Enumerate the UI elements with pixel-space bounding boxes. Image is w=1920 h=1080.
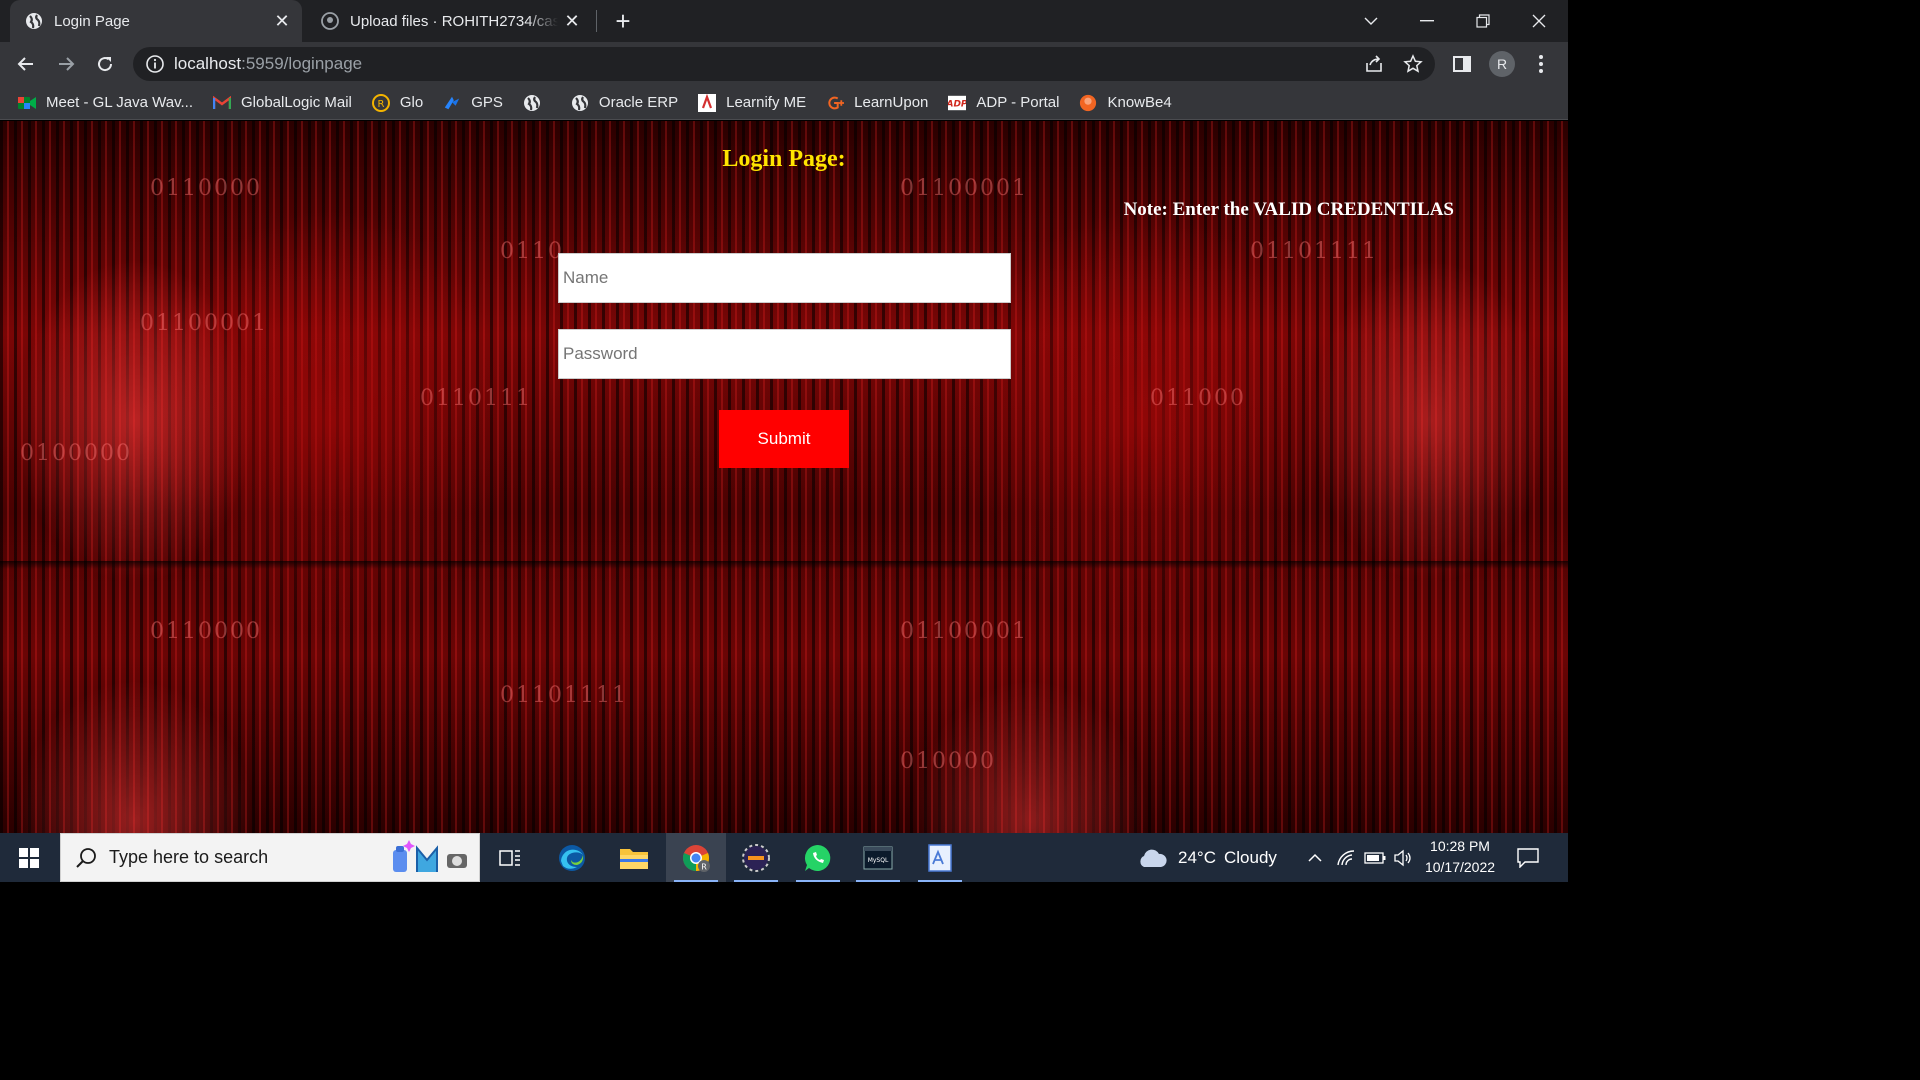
- tab-search-chevron-icon[interactable]: [1343, 0, 1399, 42]
- learnify-icon: [698, 93, 717, 112]
- background-binary-text: 0110000: [150, 619, 262, 644]
- notification-center-icon[interactable]: [1514, 833, 1542, 882]
- globe-icon: [25, 12, 43, 30]
- windows-start-icon[interactable]: [0, 833, 58, 882]
- profile-avatar[interactable]: R: [1489, 51, 1515, 77]
- browser-tab-strip: Login Page ✕ Upload files · ROHITH2734/c…: [0, 0, 1568, 42]
- restore-icon[interactable]: [1455, 0, 1511, 42]
- bookmark-learnupon[interactable]: LearnUpon: [826, 94, 928, 112]
- search-highlight-illustration-icon: [389, 840, 471, 876]
- battery-icon[interactable]: [1361, 833, 1389, 882]
- bookmark-oracle-erp[interactable]: Oracle ERP: [571, 94, 678, 112]
- tab-close-icon[interactable]: ✕: [268, 7, 296, 35]
- glo-icon: R: [371, 93, 390, 112]
- adp-icon: ADP: [948, 94, 967, 112]
- tab-separator: [596, 10, 597, 32]
- github-icon: [321, 12, 339, 30]
- search-placeholder: Type here to search: [109, 847, 269, 867]
- wifi-icon[interactable]: [1332, 833, 1360, 882]
- globe-icon: [523, 94, 541, 112]
- google-meet-icon: [18, 94, 36, 112]
- window-close-icon[interactable]: [1511, 0, 1567, 42]
- credentials-note: Note: Enter the VALID CREDENTILAS: [1123, 199, 1454, 220]
- bookmark-gps[interactable]: GPS: [443, 94, 503, 112]
- cloud-icon: [1136, 848, 1168, 868]
- site-info-icon[interactable]: [145, 54, 165, 74]
- bookmark-glo[interactable]: R Glo: [371, 93, 423, 112]
- svg-text:R: R: [701, 862, 707, 871]
- login-page-background: 0110000 01100001 0110 01101111 01100001 …: [0, 121, 1568, 833]
- background-binary-text: 0110111: [420, 386, 532, 411]
- volume-icon[interactable]: [1389, 833, 1417, 882]
- share-icon[interactable]: [1359, 49, 1389, 79]
- background-binary-text: 010000: [900, 749, 996, 774]
- page-title: Login Page:: [722, 146, 846, 172]
- background-binary-text: 01100001: [140, 311, 268, 336]
- task-view-icon[interactable]: [480, 833, 540, 882]
- name-input[interactable]: [558, 253, 1011, 303]
- windows-taskbar: Type here to search R MySQL 24°C Cloudy: [0, 833, 1568, 882]
- background-binary-text: 0100000: [20, 441, 132, 466]
- svg-text:R: R: [377, 99, 384, 110]
- address-bar[interactable]: localhost:5959/loginpage: [133, 47, 1435, 81]
- password-input[interactable]: [558, 329, 1011, 379]
- tab-close-icon[interactable]: ✕: [558, 7, 586, 35]
- back-arrow-icon[interactable]: [10, 48, 42, 80]
- taskbar-search-box[interactable]: Type here to search: [60, 833, 480, 882]
- reload-icon[interactable]: [89, 48, 121, 80]
- learnupon-icon: [826, 94, 845, 112]
- tab-login-page[interactable]: Login Page ✕: [10, 0, 302, 42]
- svg-text:MySQL: MySQL: [868, 857, 889, 864]
- knowbe4-icon: [1079, 94, 1097, 112]
- submit-button[interactable]: Submit: [719, 410, 849, 468]
- bookmark-adp-portal[interactable]: ADP ADP - Portal: [948, 94, 1059, 112]
- background-binary-text: 011000: [1150, 386, 1246, 411]
- edge-browser-icon[interactable]: [542, 833, 602, 882]
- chrome-browser-icon[interactable]: R: [666, 833, 726, 882]
- svg-text:ADP: ADP: [948, 99, 966, 109]
- whatsapp-icon[interactable]: [788, 833, 848, 882]
- tab-title: Login Page: [54, 12, 130, 30]
- search-icon: [75, 847, 97, 869]
- background-binary-text: 0110000: [150, 176, 262, 201]
- background-binary-text: 0110: [500, 239, 564, 264]
- tab-upload-files[interactable]: Upload files · ROHITH2734/caseStudy ✕: [306, 0, 592, 42]
- gps-icon: [443, 94, 461, 112]
- document-viewer-icon[interactable]: [910, 833, 970, 882]
- background-binary-text: 01100001: [900, 619, 1028, 644]
- forward-arrow-icon[interactable]: [50, 48, 82, 80]
- bookmark-star-icon[interactable]: [1398, 49, 1428, 79]
- browser-toolbar: localhost:5959/loginpage R: [0, 42, 1568, 86]
- side-panel-icon[interactable]: [1447, 49, 1477, 79]
- background-binary-text: 01101111: [1250, 239, 1378, 264]
- background-binary-text: 01101111: [500, 683, 628, 708]
- bookmark-globallogic-mail[interactable]: GlobalLogic Mail: [212, 94, 352, 112]
- bookmark-learnify[interactable]: Learnify ME: [698, 93, 806, 112]
- globe-icon: [571, 94, 589, 112]
- address-url: localhost:5959/loginpage: [174, 54, 363, 73]
- weather-widget[interactable]: 24°C Cloudy: [1136, 833, 1277, 882]
- mysql-workbench-icon[interactable]: MySQL: [848, 833, 908, 882]
- bookmark-meet[interactable]: Meet - GL Java Wav...: [18, 94, 193, 112]
- bookmark-knowbe4[interactable]: KnowBe4: [1079, 94, 1172, 112]
- system-clock[interactable]: 10:28 PM 10/17/2022: [1418, 836, 1502, 878]
- file-explorer-icon[interactable]: [604, 833, 664, 882]
- minimize-icon[interactable]: [1399, 0, 1455, 42]
- new-tab-plus-icon[interactable]: +: [608, 6, 638, 36]
- background-binary-text: 01100001: [900, 176, 1028, 201]
- menu-kebab-icon[interactable]: [1526, 49, 1556, 79]
- gmail-icon: [212, 94, 231, 112]
- bookmarks-bar: Meet - GL Java Wav... GlobalLogic Mail R…: [0, 86, 1568, 120]
- show-hidden-icons-chevron-icon[interactable]: [1301, 833, 1329, 882]
- eclipse-ide-icon[interactable]: [726, 833, 786, 882]
- bookmark-globe[interactable]: [523, 94, 551, 112]
- tab-title: Upload files · ROHITH2734/caseStudy: [350, 12, 558, 30]
